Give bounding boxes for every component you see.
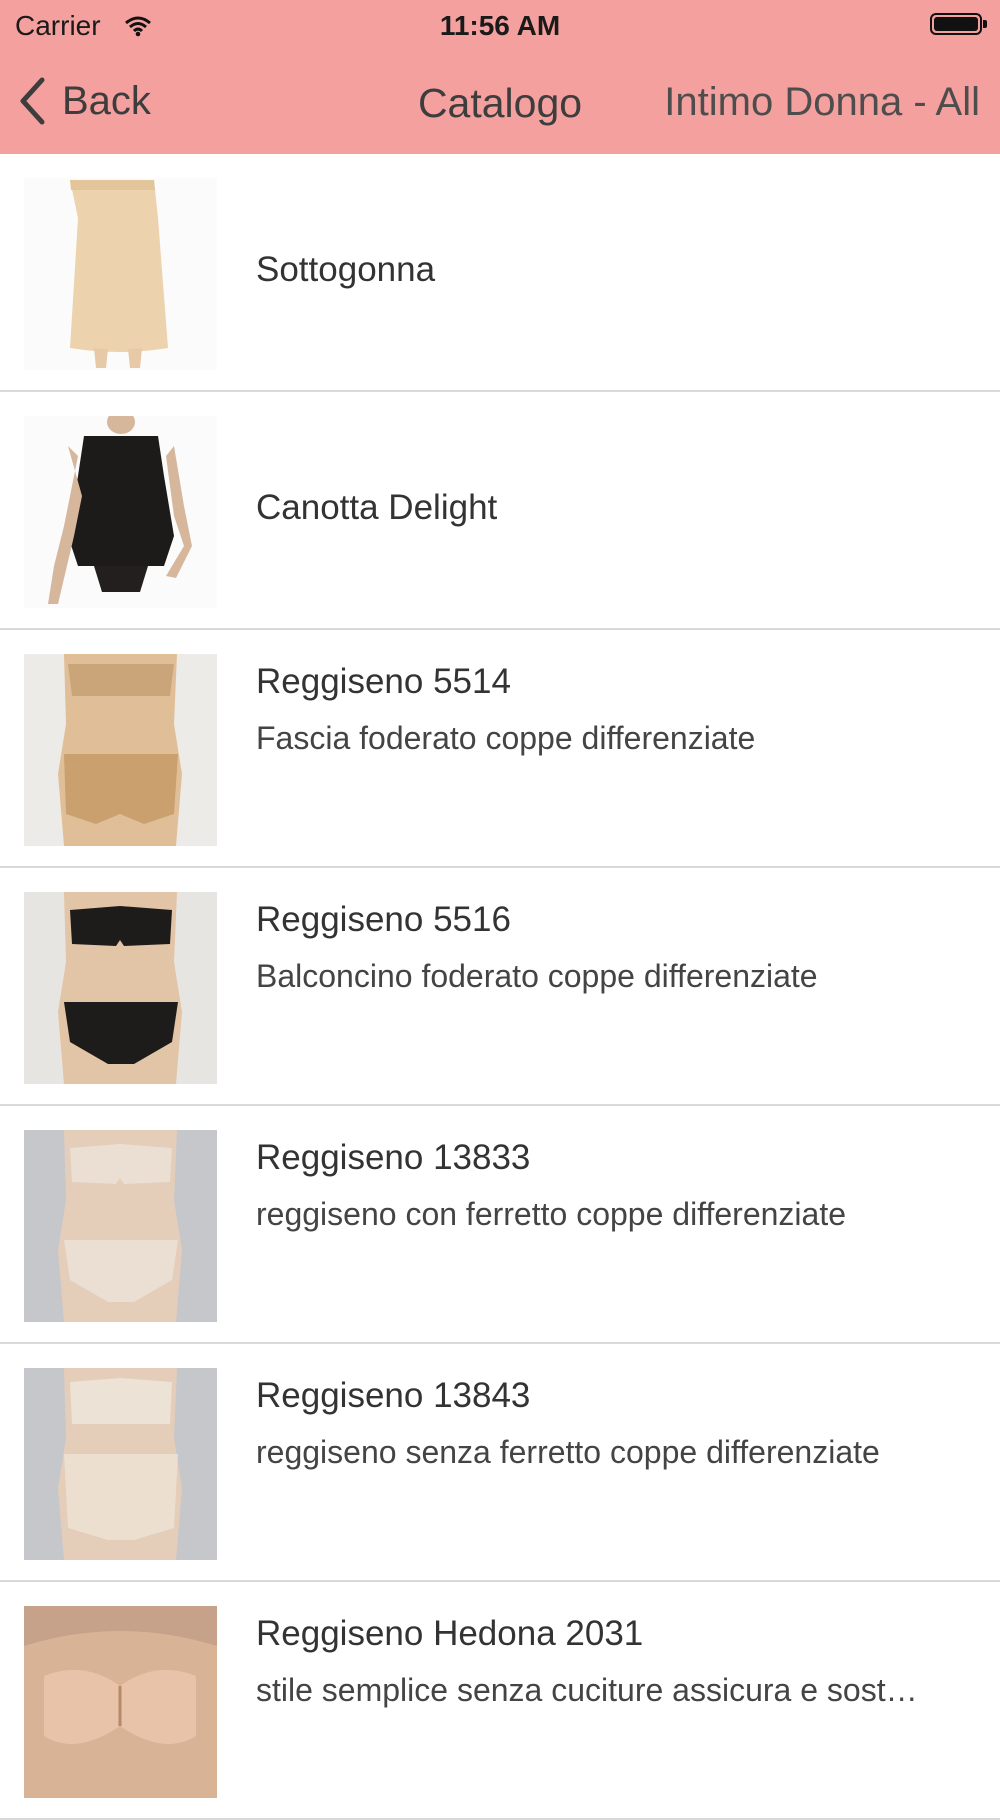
- battery-icon: [930, 13, 982, 35]
- product-row[interactable]: Canotta Delight: [0, 392, 1000, 630]
- product-image: [24, 1130, 217, 1322]
- product-description: Balconcino foderato coppe differenziate: [256, 958, 818, 994]
- product-image: [24, 1368, 217, 1560]
- product-row[interactable]: Reggiseno 13843 reggiseno senza ferretto…: [0, 1344, 1000, 1582]
- status-bar: Carrier 11:56 AM: [0, 0, 1000, 50]
- product-image: [24, 654, 217, 846]
- battery-tip: [983, 20, 987, 28]
- product-name: Reggiseno 13833: [256, 1138, 531, 1177]
- product-name: Canotta Delight: [256, 488, 498, 527]
- nav-content: Back Catalogo Intimo Donna - All: [0, 50, 1000, 154]
- product-image: [24, 416, 217, 608]
- product-row[interactable]: Reggiseno Hedona 2031 stile semplice sen…: [0, 1582, 1000, 1820]
- product-description: reggiseno con ferretto coppe differenzia…: [256, 1196, 847, 1232]
- product-name: Sottogonna: [256, 250, 436, 289]
- product-image: [24, 892, 217, 1084]
- product-image: [24, 1606, 217, 1798]
- product-description: Fascia foderato coppe differenziate: [256, 720, 756, 756]
- product-row[interactable]: Reggiseno 5514 Fascia foderato coppe dif…: [0, 630, 1000, 868]
- product-name: Reggiseno 5514: [256, 662, 511, 701]
- product-name: Reggiseno Hedona 2031: [256, 1614, 644, 1653]
- navigation-bar: Carrier 11:56 AM Back Catalogo Intimo Do…: [0, 0, 1000, 154]
- product-image: [24, 178, 217, 370]
- product-description: stile semplice senza cuciture assicura e…: [256, 1672, 918, 1708]
- product-row[interactable]: Reggiseno 13833 reggiseno con ferretto c…: [0, 1106, 1000, 1344]
- product-row[interactable]: Reggiseno 5516 Balconcino foderato coppe…: [0, 868, 1000, 1106]
- product-list: Sottogonna Canotta Delight Reggiseno 551…: [0, 154, 1000, 1820]
- product-name: Reggiseno 13843: [256, 1376, 531, 1415]
- category-filter[interactable]: Intimo Donna - All: [664, 80, 980, 125]
- product-description: reggiseno senza ferretto coppe differenz…: [256, 1434, 880, 1470]
- product-name: Reggiseno 5516: [256, 900, 511, 939]
- clock: 11:56 AM: [439, 10, 561, 41]
- product-row[interactable]: Sottogonna: [0, 154, 1000, 392]
